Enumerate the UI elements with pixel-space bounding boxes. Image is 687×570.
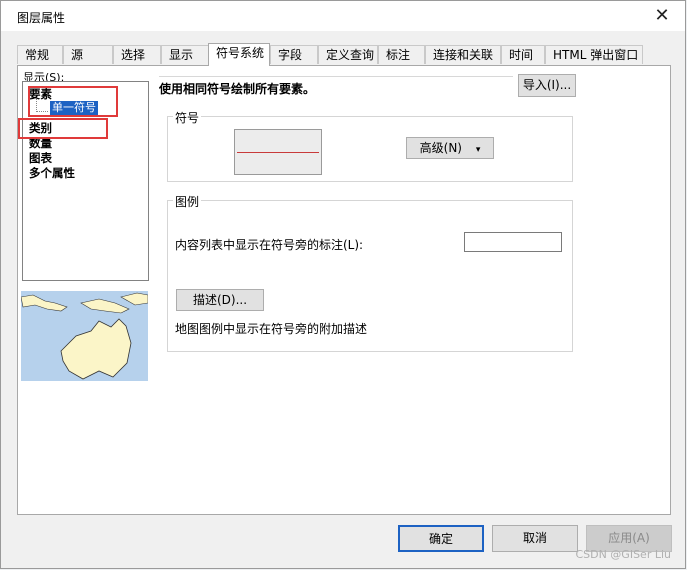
tab-html-popup[interactable]: HTML 弹出窗口 [545, 45, 643, 64]
symbol-group: 符号 高级(N) ▾ [167, 109, 573, 182]
layer-properties-dialog: 图层属性 ✕ 常规 源 选择 显示 符号系统 字段 定义查询 标注 连接和关联 … [0, 0, 686, 569]
symbol-group-title: 符号 [173, 109, 202, 126]
legend-group-title: 图例 [173, 193, 202, 210]
legend-label-input[interactable] [464, 232, 562, 252]
title-bar: 图层属性 ✕ [1, 1, 685, 31]
highlight-box-categories [18, 118, 108, 139]
tab-labels[interactable]: 标注 [378, 45, 425, 64]
description-divider [159, 76, 513, 77]
tab-fields[interactable]: 字段 [270, 45, 318, 64]
advanced-button[interactable]: 高级(N) ▾ [406, 137, 494, 159]
describe-button[interactable]: 描述(D)... [176, 289, 264, 311]
tab-definition-query[interactable]: 定义查询 [318, 45, 378, 64]
tab-source[interactable]: 源 [63, 45, 113, 64]
legend-group: 图例 内容列表中显示在符号旁的标注(L): 描述(D)... 地图图例中显示在符… [167, 193, 573, 352]
close-icon: ✕ [654, 5, 670, 26]
tab-display[interactable]: 显示 [161, 45, 209, 64]
symbol-line-preview [237, 152, 319, 153]
renderer-description: 使用相同符号绘制所有要素。 [159, 82, 316, 96]
ok-button[interactable]: 确定 [398, 525, 484, 552]
symbol-swatch-button[interactable] [234, 129, 322, 175]
import-button[interactable]: 导入(I)... [518, 74, 576, 97]
legend-label-caption: 内容列表中显示在符号旁的标注(L): [175, 238, 364, 252]
close-button[interactable]: ✕ [639, 1, 685, 31]
tab-symbology[interactable]: 符号系统 [208, 43, 270, 66]
tab-time[interactable]: 时间 [501, 45, 545, 64]
describe-caption: 地图图例中显示在符号旁的附加描述 [175, 322, 368, 336]
cancel-button[interactable]: 取消 [492, 525, 578, 552]
highlight-box-single-symbol [28, 86, 118, 117]
window-title: 图层属性 [17, 11, 66, 25]
map-preview [21, 291, 148, 381]
symbology-panel: 显示(S): 要素 单一符号 类别 数量 图表 多个属性 使用相同符号绘制所有要… [17, 65, 671, 515]
tab-general[interactable]: 常规 [17, 45, 63, 64]
tree-item-charts[interactable]: 图表 [29, 150, 52, 166]
tab-joins-relates[interactable]: 连接和关联 [425, 45, 501, 64]
tree-item-multiple-attributes[interactable]: 多个属性 [29, 165, 75, 181]
tab-selection[interactable]: 选择 [113, 45, 161, 64]
watermark: CSDN @GISer Liu [575, 548, 671, 561]
dropdown-arrow-icon: ▾ [475, 145, 481, 155]
